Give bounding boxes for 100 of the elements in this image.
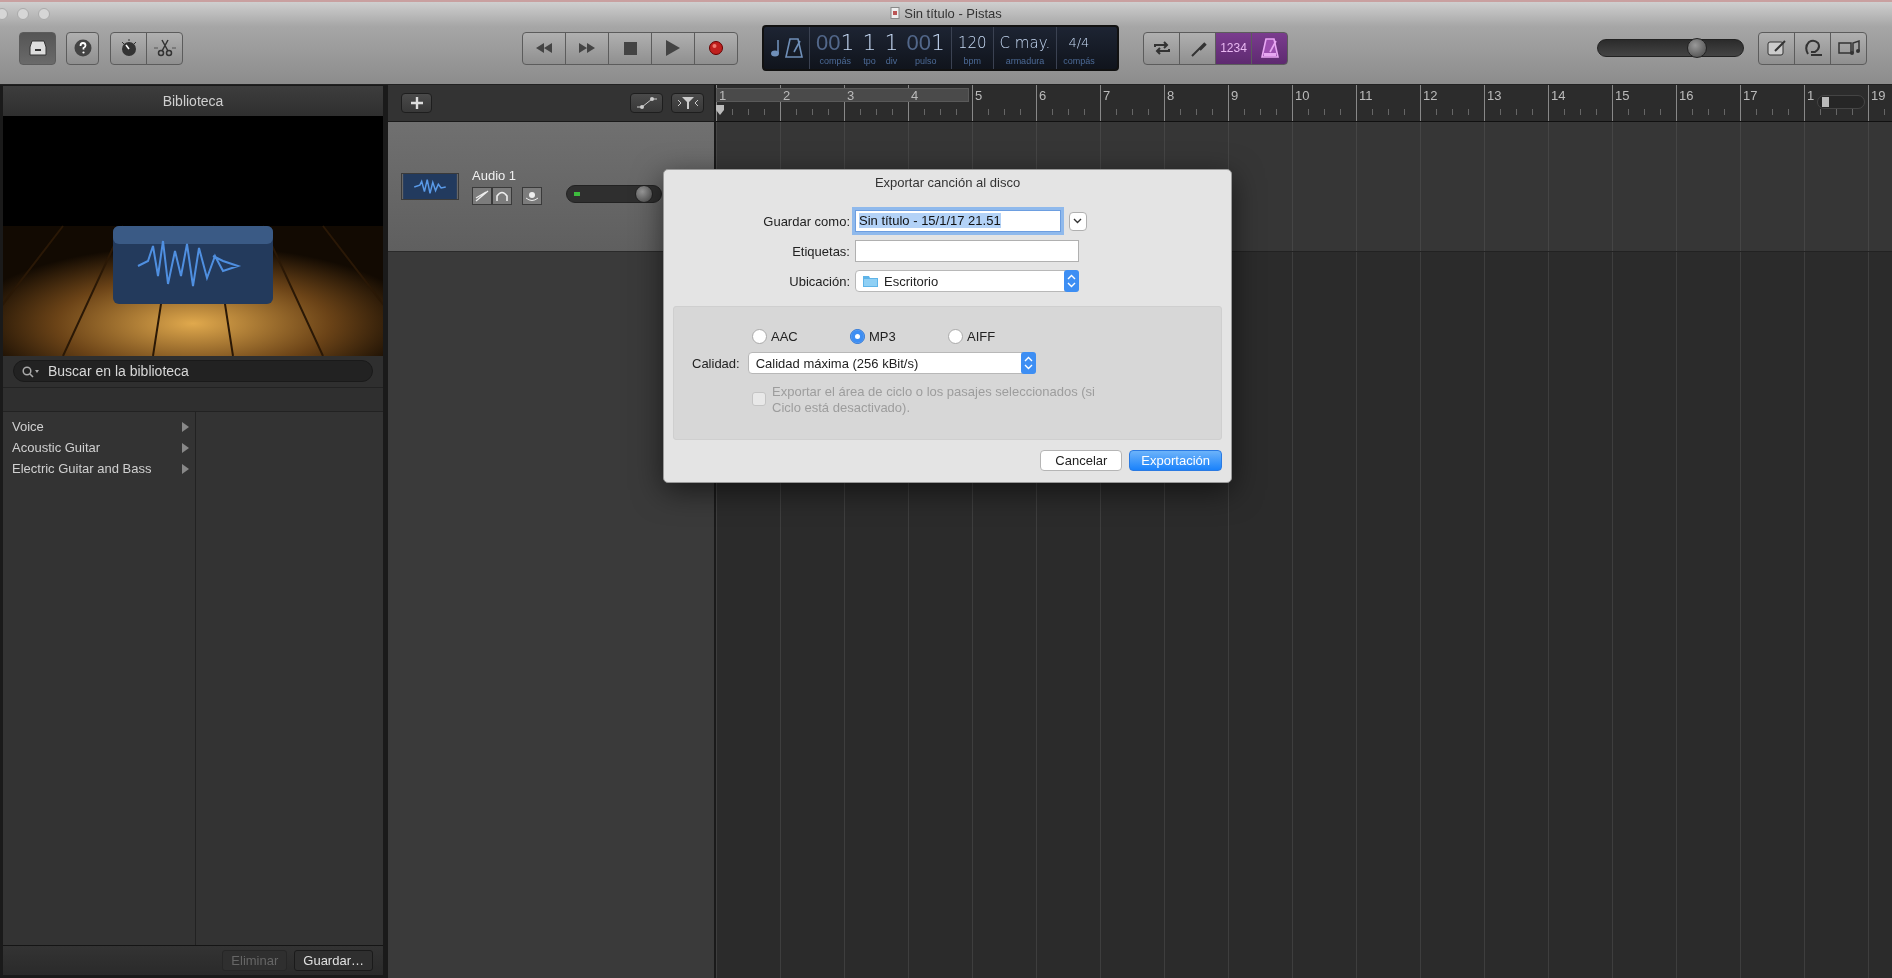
count-in-button[interactable]: 1234 bbox=[1215, 31, 1252, 65]
slider-thumb[interactable] bbox=[1821, 97, 1829, 107]
master-volume-slider[interactable] bbox=[1597, 39, 1744, 57]
field-label: Etiquetas: bbox=[791, 243, 850, 259]
expand-button[interactable] bbox=[1068, 211, 1087, 231]
search-field[interactable]: Buscar en la biblioteca bbox=[13, 360, 373, 382]
format-radio[interactable]: MP3 bbox=[850, 329, 948, 344]
tuner-button[interactable] bbox=[1179, 31, 1216, 65]
field-label: Guardar como: bbox=[762, 213, 850, 229]
bar-number: 6 bbox=[1039, 88, 1047, 103]
waveform-icon bbox=[401, 173, 459, 200]
bar-number: 4 bbox=[911, 88, 919, 103]
slider-thumb[interactable] bbox=[1686, 38, 1707, 58]
speaker-muted-icon bbox=[475, 190, 489, 202]
disclosure-arrow-icon bbox=[182, 421, 189, 432]
bar-number: 9 bbox=[1231, 88, 1239, 103]
rewind-icon bbox=[534, 41, 554, 55]
library-item[interactable]: Acoustic Guitar bbox=[3, 437, 195, 458]
window-title: Sin título - Pistas bbox=[904, 5, 1002, 21]
bar-number: 8 bbox=[1167, 88, 1175, 103]
track-name: Audio 1 bbox=[472, 168, 518, 183]
track-header[interactable]: Audio 1 bbox=[388, 122, 714, 252]
lcd-label: tpo bbox=[863, 56, 876, 66]
stop-icon bbox=[623, 41, 637, 55]
play-button[interactable] bbox=[651, 31, 695, 65]
library-button[interactable] bbox=[19, 31, 56, 65]
location-popup[interactable]: Escritorio bbox=[855, 270, 1079, 292]
format-radio[interactable]: AAC bbox=[752, 329, 850, 344]
flex-icon bbox=[677, 96, 698, 110]
help-button[interactable] bbox=[66, 31, 99, 65]
chevron-down-icon bbox=[1073, 218, 1083, 224]
panel-title: Biblioteca bbox=[3, 86, 383, 116]
track-volume-slider[interactable] bbox=[566, 184, 662, 203]
bar-number: 10 bbox=[1295, 88, 1310, 103]
media-browser-button[interactable] bbox=[1830, 31, 1867, 65]
cycle-region[interactable] bbox=[716, 88, 969, 102]
lcd-value: 120 bbox=[957, 33, 987, 54]
cycle-icon bbox=[1151, 40, 1172, 56]
save-button[interactable]: Guardar… bbox=[294, 950, 373, 971]
checkbox-label: Exportar el área de ciclo o los pasajes seleccionados (si Ciclo está desactivado). bbox=[772, 384, 1096, 416]
add-track-button[interactable] bbox=[401, 93, 432, 113]
editors-button[interactable] bbox=[146, 31, 183, 65]
record-enable-button[interactable] bbox=[522, 187, 542, 205]
rewind-button[interactable] bbox=[522, 31, 566, 65]
flex-button[interactable] bbox=[671, 93, 704, 113]
bar-number: 7 bbox=[1103, 88, 1111, 103]
metronome-icon bbox=[1260, 38, 1279, 58]
notepad-button[interactable] bbox=[1758, 31, 1795, 65]
format-radio[interactable]: AIFF bbox=[948, 329, 1046, 344]
stepper-icon bbox=[1064, 270, 1079, 292]
lcd-value: 1 bbox=[884, 30, 899, 56]
lcd-value: 4/4 bbox=[1068, 34, 1090, 52]
slider-thumb[interactable] bbox=[635, 184, 654, 203]
zoom-slider[interactable] bbox=[1817, 95, 1865, 109]
bar-number: 16 bbox=[1679, 88, 1694, 103]
solo-button[interactable] bbox=[492, 187, 512, 205]
cancel-button[interactable]: Cancelar bbox=[1040, 450, 1123, 471]
automation-button[interactable] bbox=[630, 93, 663, 113]
loop-icon bbox=[1802, 39, 1823, 57]
lcd-digits-dim: 00 bbox=[906, 30, 931, 56]
lcd-value: 1 bbox=[840, 30, 855, 56]
lcd-label: div bbox=[885, 56, 898, 66]
cycle-button[interactable] bbox=[1143, 31, 1180, 65]
bar-number: 1 bbox=[719, 88, 727, 103]
quality-popup[interactable]: Calidad máxima (256 kBit/s) bbox=[747, 352, 1036, 374]
lcd-value: 1 bbox=[930, 30, 945, 56]
lcd-value: 1 bbox=[862, 30, 877, 56]
library-item[interactable]: Electric Guitar and Bass bbox=[3, 458, 195, 479]
mute-button[interactable] bbox=[472, 187, 492, 205]
record-button[interactable] bbox=[694, 31, 738, 65]
bar-number: 13 bbox=[1487, 88, 1502, 103]
bar-number: 11 bbox=[1359, 88, 1373, 103]
document-icon bbox=[890, 7, 901, 19]
text-field[interactable]: Sin título - 15/1/17 21.51 bbox=[855, 210, 1061, 232]
plus-icon bbox=[410, 97, 423, 109]
note-icon bbox=[770, 39, 782, 57]
library-item[interactable]: Voice bbox=[3, 416, 195, 437]
text-field[interactable] bbox=[855, 240, 1079, 262]
lcd-digits-dim: 00 bbox=[816, 30, 841, 56]
dialog-title: Exportar canción al disco bbox=[873, 174, 1022, 192]
knob-icon bbox=[119, 39, 138, 57]
loop-browser-button[interactable] bbox=[1794, 31, 1831, 65]
bar-number: 19 bbox=[1871, 88, 1886, 103]
bar-number: 12 bbox=[1423, 88, 1438, 103]
bar-number: 1 bbox=[1807, 88, 1815, 103]
bar-number: 14 bbox=[1551, 88, 1566, 103]
metronome-button[interactable] bbox=[1251, 31, 1288, 65]
input-monitor-icon bbox=[525, 190, 539, 202]
drawer-icon bbox=[27, 40, 48, 56]
bar-number: 15 bbox=[1615, 88, 1630, 103]
folder-icon bbox=[863, 275, 878, 287]
bar-number: 2 bbox=[783, 88, 791, 103]
forward-button[interactable] bbox=[565, 31, 609, 65]
disclosure-arrow-icon bbox=[182, 463, 189, 474]
bar-number: 5 bbox=[975, 88, 983, 103]
lcd-label: pulso bbox=[914, 56, 937, 66]
smart-controls-button[interactable] bbox=[110, 31, 147, 65]
stop-button[interactable] bbox=[608, 31, 652, 65]
notepad-icon bbox=[1766, 39, 1787, 57]
lcd-label: compás bbox=[1063, 56, 1095, 66]
